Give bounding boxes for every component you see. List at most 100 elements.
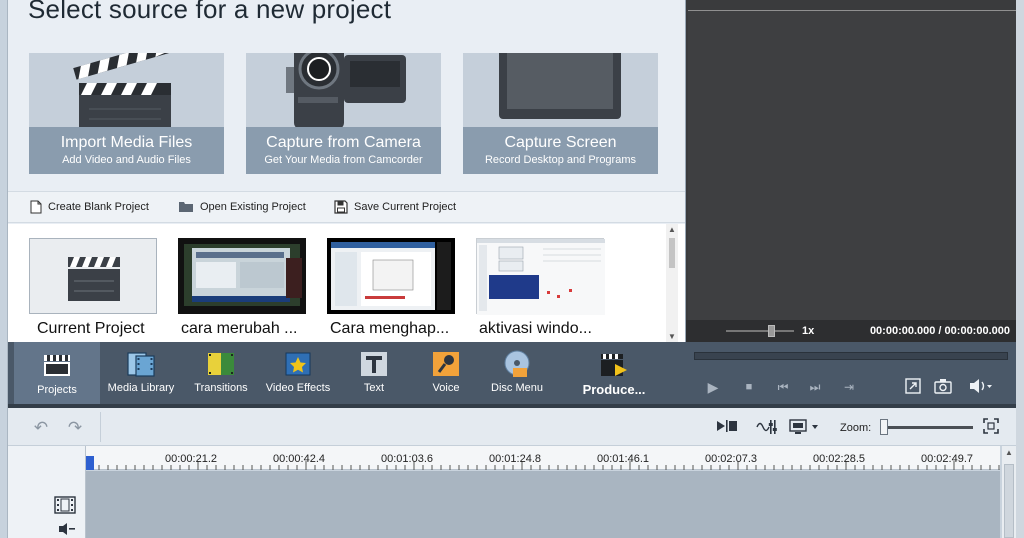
preview-scrub-bar[interactable] [694, 352, 1008, 360]
toolbar-text-button[interactable]: Text [348, 342, 400, 404]
snapshot-camera-icon[interactable] [934, 378, 952, 396]
video-thumbnail [178, 238, 306, 314]
play-range-icon[interactable]: ⇥ [840, 378, 858, 396]
ruler-tick-label: 00:02:49.7 [921, 453, 973, 465]
app-window: Select source for a new project Import M… [0, 0, 1024, 538]
film-strip-icon [127, 352, 155, 377]
import-media-title: Import Media Files [60, 134, 193, 151]
split-clip-icon[interactable] [716, 418, 738, 438]
project-label-1: cara merubah ... [181, 320, 298, 337]
toolbar-disc-menu-button[interactable]: Disc Menu [484, 342, 550, 404]
track-headers [8, 446, 86, 538]
scroll-down-arrow-icon[interactable]: ▼ [668, 332, 676, 341]
toolbar-projects-label: Projects [37, 384, 77, 396]
timeline-scrollbar[interactable]: ▲ [1002, 446, 1016, 538]
timeline-track-area[interactable] [86, 471, 1000, 538]
zoom-slider-track[interactable] [885, 426, 973, 429]
recent-projects-list: Current Project cara merubah ... Cara me… [8, 224, 685, 342]
toolbar-transitions-button[interactable]: Transitions [186, 342, 256, 404]
toolbar-transitions-label: Transitions [194, 382, 248, 394]
project-label-3: aktivasi windo... [479, 320, 592, 337]
toolbar-disc-menu-label: Disc Menu [491, 382, 543, 394]
capture-camera-card[interactable]: Capture from Camera Get Your Media from … [246, 53, 441, 174]
project-thumb-1[interactable] [178, 238, 306, 314]
project-thumb-current[interactable] [29, 238, 157, 314]
time-readout: 00:00:00.000 / 00:00:00.000 [869, 325, 1010, 337]
volume-icon[interactable] [968, 378, 994, 396]
scroll-up-arrow-icon[interactable]: ▲ [668, 225, 676, 234]
play-icon[interactable]: ▶ [704, 378, 722, 396]
previous-frame-icon[interactable]: ⏮ [774, 378, 792, 396]
text-t-icon [361, 352, 387, 376]
timeline-toolbar: ↶ ↷ Zoom: [8, 408, 1016, 446]
display-mode-icon[interactable] [788, 418, 822, 438]
ruler-tick-label: 00:00:21.2 [165, 453, 217, 465]
main-toolbar: Projects Media Library Transitions Video… [8, 342, 686, 404]
redo-icon[interactable]: ↷ [64, 418, 86, 438]
camcorder-icon [246, 53, 441, 127]
toolbar-media-library-label: Media Library [107, 382, 175, 394]
open-existing-project-label: Open Existing Project [200, 200, 306, 213]
stop-icon[interactable]: ■ [740, 378, 758, 396]
preview-screen [688, 10, 1018, 320]
save-current-project-label: Save Current Project [354, 201, 457, 213]
microphone-icon [433, 352, 459, 376]
toolbar-produce-label: Produce... [582, 382, 646, 397]
audio-track-icon [59, 523, 75, 535]
create-blank-project-label: Create Blank Project [48, 201, 149, 213]
recent-projects-scrollbar[interactable]: ▲ ▼ [666, 224, 678, 342]
toolbar-produce-button[interactable]: Produce... [574, 342, 654, 404]
ruler-tick-label: 00:02:28.5 [813, 453, 865, 465]
capture-camera-subtitle: Get Your Media from Camcorder [264, 154, 423, 166]
zoom-slider-knob[interactable] [880, 419, 888, 435]
toolbar-voice-button[interactable]: Voice [420, 342, 472, 404]
scrollbar-thumb[interactable] [669, 238, 675, 268]
toolbar-video-effects-button[interactable]: Video Effects [260, 342, 336, 404]
scrollbar-thumb[interactable] [1004, 464, 1014, 538]
preview-panel [686, 0, 1024, 342]
import-media-card[interactable]: Import Media Files Add Video and Audio F… [29, 53, 224, 174]
ruler-tick-label: 00:02:07.3 [705, 453, 757, 465]
audio-mixer-icon[interactable] [754, 418, 777, 438]
capture-camera-title: Capture from Camera [266, 134, 421, 151]
project-actions-bar: Create Blank Project Open Existing Proje… [8, 191, 685, 223]
toolbar-video-effects-label: Video Effects [265, 382, 331, 394]
import-media-subtitle: Add Video and Audio Files [62, 154, 191, 166]
fullscreen-icon[interactable] [904, 378, 922, 396]
preview-status-bar: 1x 00:00:00.000 / 00:00:00.000 [686, 320, 1016, 342]
clapperboard-icon [68, 257, 120, 301]
star-film-icon [285, 352, 311, 376]
create-blank-project-link[interactable]: Create Blank Project [30, 200, 149, 214]
toolbar-separator [100, 412, 101, 442]
capture-screen-caption: Capture Screen Record Desktop and Progra… [463, 127, 658, 174]
project-thumb-3[interactable] [476, 238, 605, 315]
save-current-project-link[interactable]: Save Current Project [334, 200, 456, 214]
project-label-2: Cara menghap... [330, 320, 450, 337]
disc-icon [504, 350, 530, 377]
scroll-up-arrow-icon[interactable]: ▲ [1005, 448, 1013, 457]
document-icon [30, 200, 42, 214]
toolbar-voice-label: Voice [432, 382, 460, 394]
toolbar-media-library-button[interactable]: Media Library [104, 342, 178, 404]
toolbar-text-label: Text [363, 382, 385, 394]
toolbar-projects-button[interactable]: Projects [14, 342, 100, 404]
clapperboard-icon [44, 355, 70, 376]
timeline-playhead[interactable] [86, 456, 94, 470]
window-left-edge [0, 0, 8, 538]
timeline-ruler[interactable]: 00:00:21.2 00:00:42.4 00:01:03.6 00:01:2… [86, 446, 1000, 470]
ruler-tick-label: 00:01:46.1 [597, 453, 649, 465]
import-media-caption: Import Media Files Add Video and Audio F… [29, 127, 224, 174]
folder-icon [179, 202, 193, 212]
speed-slider-knob[interactable] [768, 325, 775, 337]
clapperboard-icon [29, 53, 224, 127]
capture-screen-card[interactable]: Capture Screen Record Desktop and Progra… [463, 53, 658, 174]
open-existing-project-link[interactable]: Open Existing Project [178, 200, 306, 213]
capture-screen-title: Capture Screen [504, 134, 617, 151]
project-thumb-2[interactable] [327, 238, 455, 314]
fit-to-window-icon[interactable] [980, 418, 1002, 438]
capture-screen-subtitle: Record Desktop and Programs [484, 154, 636, 166]
next-frame-icon[interactable]: ⏭ [806, 378, 824, 396]
video-thumbnail [477, 239, 605, 315]
speed-slider-track[interactable] [726, 330, 794, 332]
undo-icon[interactable]: ↶ [30, 418, 52, 438]
